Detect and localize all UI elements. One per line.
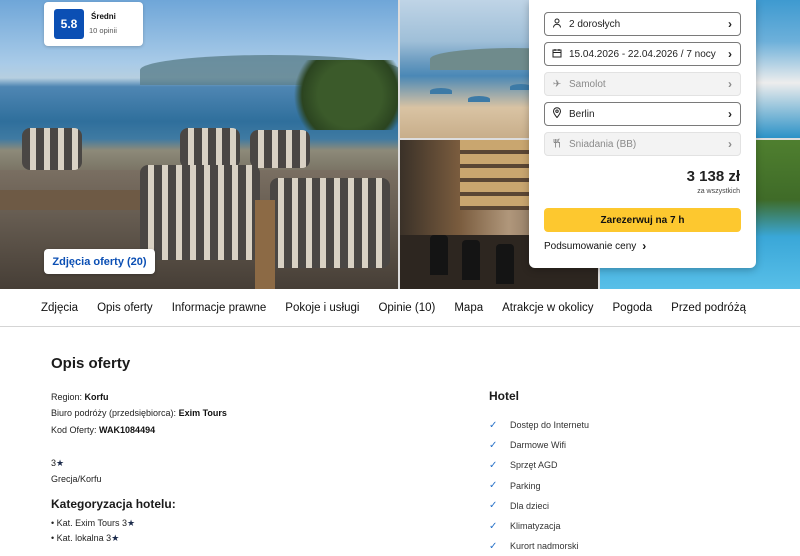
price-summary-label: Podsumowanie ceny <box>544 240 637 252</box>
price-note: za wszystkich <box>697 188 740 195</box>
amenity-label: Kurort nadmorski <box>510 541 579 552</box>
list-item: ✓ Dostęp do Internetu <box>489 415 589 435</box>
total-price: 3 138 zł <box>686 168 740 185</box>
cat-local-value: • Kat. lokalna 3 <box>51 533 112 543</box>
rating-score: 5.8 <box>54 9 84 39</box>
code-line: Kod Oferty: WAK1084494 <box>51 425 155 435</box>
code-value: WAK1084494 <box>99 425 156 435</box>
photo-sofa <box>22 128 82 170</box>
categorization-title: Kategoryzacja hotelu: <box>51 497 176 511</box>
checkmark-icon: ✓ <box>489 439 498 451</box>
list-item: ✓ Darmowe Wifi <box>489 435 589 455</box>
location-line: Grecja/Korfu <box>51 474 102 484</box>
transport-field[interactable]: ✈ Samolot › <box>544 72 741 96</box>
nav-offer-description[interactable]: Opis oferty <box>97 302 153 314</box>
photo-sofa <box>140 165 260 260</box>
plane-icon: ✈ <box>552 78 562 90</box>
photos-button[interactable]: Zdjęcia oferty (20) <box>44 249 155 274</box>
price-summary-link[interactable]: Podsumowanie ceny › <box>544 239 646 253</box>
amenity-label: Dla dzieci <box>510 500 550 511</box>
chevron-right-icon: › <box>728 137 732 151</box>
calendar-icon <box>545 48 569 61</box>
chevron-right-icon: › <box>728 107 732 121</box>
checkmark-icon: ✓ <box>489 480 498 492</box>
hotel-title: Hotel <box>489 389 519 403</box>
list-item: ✓ Klimatyzacja <box>489 516 589 536</box>
photo-table <box>255 200 275 289</box>
code-label: Kod Oferty: <box>51 425 97 435</box>
nav-reviews[interactable]: Opinie (10) <box>378 302 435 314</box>
chevron-right-icon: › <box>642 239 647 253</box>
nav-photos[interactable]: Zdjęcia <box>41 302 78 314</box>
amenity-label: Parking <box>510 480 541 491</box>
list-item: ✓ Kurort nadmorski <box>489 536 589 556</box>
travelers-value: 2 dorosłych <box>569 18 621 30</box>
photo-stool <box>430 235 448 275</box>
star-icon: ★ <box>56 458 65 468</box>
amenity-label: Sprzęt AGD <box>510 460 558 471</box>
nav-weather[interactable]: Pogoda <box>613 302 653 314</box>
departure-field[interactable]: Berlin › <box>544 102 741 126</box>
rating-count: 10 opinii <box>89 26 117 35</box>
person-icon <box>545 18 569 31</box>
nav-legal-info[interactable]: Informacje prawne <box>172 302 267 314</box>
photo-railing <box>0 190 140 210</box>
section-nav: Zdjęcia Opis oferty Informacje prawne Po… <box>0 289 800 327</box>
location-pin-icon <box>545 107 569 121</box>
list-item: ✓ Dla dzieci <box>489 496 589 516</box>
amenity-label: Klimatyzacja <box>510 521 561 532</box>
photo-trees <box>278 60 398 130</box>
region-label: Region: <box>51 392 83 402</box>
departure-value: Berlin <box>569 108 595 120</box>
chevron-right-icon: › <box>728 47 732 61</box>
chevron-right-icon: › <box>728 17 732 31</box>
cat-exim-line: • Kat. Exim Tours 3★ <box>51 518 135 529</box>
cat-local-line: • Kat. lokalna 3★ <box>51 533 119 544</box>
nav-attractions[interactable]: Atrakcje w okolicy <box>502 302 593 314</box>
star-icon: ★ <box>111 533 120 543</box>
dates-value: 15.04.2026 - 22.04.2026 / 7 nocy <box>569 48 716 60</box>
rating-label: Średni <box>91 12 116 21</box>
photo-sofa <box>270 178 390 268</box>
amenity-label: Darmowe Wifi <box>510 440 567 451</box>
offer-title: Opis oferty <box>51 355 131 372</box>
stars-line: 3★ <box>51 458 64 469</box>
rating-card[interactable]: 5.8 Średni 10 opinii <box>44 2 143 46</box>
nav-before-trip[interactable]: Przed podróżą <box>671 302 746 314</box>
nav-rooms-services[interactable]: Pokoje i usługi <box>285 302 359 314</box>
nav-map[interactable]: Mapa <box>454 302 483 314</box>
checkmark-icon: ✓ <box>489 540 498 552</box>
photo-stool <box>462 240 480 280</box>
region-line: Region: Korfu <box>51 392 109 402</box>
list-item: ✓ Parking <box>489 476 589 496</box>
booking-panel: 2 dorosłych › 15.04.2026 - 22.04.2026 / … <box>529 0 756 268</box>
photo-sofa <box>250 130 310 168</box>
region-value: Korfu <box>84 392 109 402</box>
checkmark-icon: ✓ <box>489 500 498 512</box>
chevron-right-icon: › <box>728 77 732 91</box>
board-field[interactable]: Śniadania (BB) › <box>544 132 741 156</box>
photo-stool <box>496 244 514 284</box>
dates-field[interactable]: 15.04.2026 - 22.04.2026 / 7 nocy › <box>544 42 741 66</box>
board-value: Śniadania (BB) <box>569 138 637 150</box>
photo-umbrella <box>430 88 452 94</box>
book-button[interactable]: Zarezerwuj na 7 h <box>544 208 741 232</box>
amenity-label: Dostęp do Internetu <box>510 420 590 431</box>
photo-sofa <box>180 128 240 168</box>
agency-value: Exim Tours <box>178 408 227 418</box>
checkmark-icon: ✓ <box>489 520 498 532</box>
photo-umbrella <box>468 96 490 102</box>
list-item: ✓ Sprzęt AGD <box>489 455 589 475</box>
amenities-list: ✓ Dostęp do Internetu ✓ Darmowe Wifi ✓ Sprz… <box>489 415 589 556</box>
travelers-field[interactable]: 2 dorosłych › <box>544 12 741 36</box>
cutlery-icon <box>545 138 569 151</box>
star-icon: ★ <box>127 518 136 528</box>
transport-value: Samolot <box>569 78 606 90</box>
checkmark-icon: ✓ <box>489 459 498 471</box>
checkmark-icon: ✓ <box>489 419 498 431</box>
agency-line: Biuro podróży (przedsiębiorca): Exim Tou… <box>51 408 227 418</box>
agency-label: Biuro podróży (przedsiębiorca): <box>51 408 177 418</box>
cat-exim-value: • Kat. Exim Tours 3 <box>51 518 128 528</box>
